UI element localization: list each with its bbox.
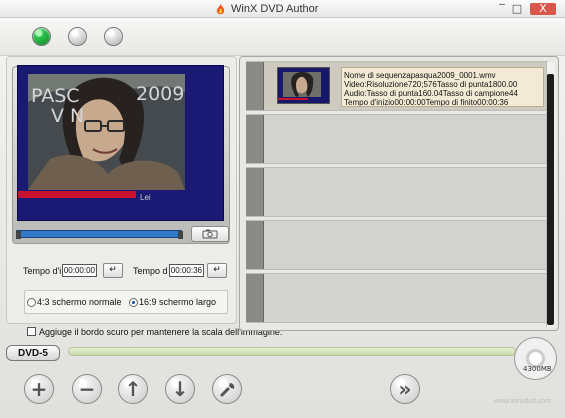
clip-slot bbox=[246, 221, 264, 269]
aspect-wide-label: 16:9 schermo largo bbox=[139, 297, 217, 307]
maximize-button[interactable]: □ bbox=[511, 3, 523, 15]
clip-slot bbox=[246, 62, 264, 110]
clip-slot bbox=[246, 274, 264, 322]
end-time-apply-button[interactable]: ↵ bbox=[207, 263, 227, 278]
clip-row-selected[interactable]: Nome di sequenzapasqua2009_0001.wmv Vide… bbox=[246, 61, 548, 111]
window-title-bar: WinX DVD Author ‾ □ X bbox=[0, 0, 565, 18]
minimize-button[interactable]: ‾ bbox=[496, 3, 508, 15]
start-time-label: Tempo d'i bbox=[23, 266, 62, 276]
aspect-wide-radio[interactable] bbox=[129, 298, 138, 307]
arrow-down-icon: ↓ bbox=[171, 377, 189, 401]
start-time-apply-button[interactable]: ↵ bbox=[103, 263, 123, 278]
empty-clip-row[interactable] bbox=[246, 220, 548, 270]
disc-icon bbox=[514, 337, 557, 380]
clip-slot bbox=[246, 115, 264, 163]
start-time-field[interactable]: 00:00:00 bbox=[62, 264, 97, 277]
status-light-3 bbox=[104, 27, 123, 46]
preview-scene: PASC 2009 V N bbox=[28, 74, 185, 190]
disc-type-badge[interactable]: DVD-5 bbox=[6, 345, 60, 361]
svg-text:V N: V N bbox=[51, 105, 84, 127]
empty-clip-row[interactable] bbox=[246, 273, 548, 323]
double-chevron-right-icon: » bbox=[398, 377, 412, 401]
video-preview: PASC 2009 V N Lei bbox=[17, 65, 224, 221]
clip-video-info: Video:Risoluzione720;576Tasso di punta18… bbox=[344, 80, 518, 89]
app-title: WinX DVD Author bbox=[231, 3, 319, 15]
end-time-label: Tempo d bbox=[133, 266, 168, 276]
remove-video-button[interactable]: − bbox=[72, 374, 102, 404]
arrow-up-icon: ↑ bbox=[124, 377, 142, 401]
snapshot-button[interactable] bbox=[191, 226, 229, 242]
empty-clip-row[interactable] bbox=[246, 114, 548, 164]
flame-logo-icon bbox=[216, 3, 225, 14]
clip-slot bbox=[246, 168, 264, 216]
clip-name: Nome di sequenzapasqua2009_0001.wmv bbox=[344, 71, 496, 80]
border-checkbox[interactable] bbox=[27, 327, 36, 336]
website-watermark: www.winxdvd.com bbox=[493, 398, 551, 405]
clip-time-info: Tempo d'inizio00:00:00Tempo di finito00:… bbox=[344, 98, 509, 107]
aspect-normal-label: 4:3 schermo normale bbox=[37, 297, 122, 307]
close-button[interactable]: X bbox=[530, 3, 556, 15]
clip-list[interactable]: Nome di sequenzapasqua2009_0001.wmv Vide… bbox=[246, 61, 555, 325]
add-video-button[interactable]: + bbox=[24, 374, 54, 404]
svg-text:2009: 2009 bbox=[136, 83, 184, 105]
camera-icon bbox=[202, 229, 218, 239]
next-step-button[interactable]: » bbox=[390, 374, 420, 404]
disc-capacity-label: 4300MB bbox=[523, 365, 552, 373]
preview-caption-text: Lei bbox=[140, 193, 151, 202]
preview-red-caption-bar bbox=[18, 191, 136, 198]
plus-icon: + bbox=[30, 377, 48, 401]
top-toolbar bbox=[0, 18, 565, 56]
wrench-icon bbox=[220, 382, 234, 396]
move-up-button[interactable]: ↑ bbox=[118, 374, 148, 404]
svg-text:PASC: PASC bbox=[31, 85, 80, 107]
settings-button[interactable] bbox=[212, 374, 242, 404]
end-time-field[interactable]: 00:00:36 bbox=[169, 264, 204, 277]
aspect-normal-radio[interactable] bbox=[27, 298, 36, 307]
clip-list-scrollbar-thumb[interactable] bbox=[547, 74, 554, 325]
move-down-button[interactable]: ↓ bbox=[165, 374, 195, 404]
preview-frame-image: PASC 2009 V N bbox=[28, 74, 185, 190]
status-light-2 bbox=[68, 27, 87, 46]
disc-capacity-bar bbox=[68, 347, 516, 356]
clip-audio-info: Audio:Tasso di punta160.04Tasso di campi… bbox=[344, 89, 518, 98]
title-area: WinX DVD Author bbox=[214, 2, 318, 16]
clip-info-box: Nome di sequenzapasqua2009_0001.wmv Vide… bbox=[341, 67, 544, 107]
clip-thumbnail bbox=[277, 67, 330, 104]
seek-end-handle[interactable] bbox=[178, 231, 183, 239]
empty-clip-row[interactable] bbox=[246, 167, 548, 217]
seek-start-handle[interactable] bbox=[16, 231, 21, 239]
seek-slider[interactable] bbox=[16, 230, 182, 238]
minus-icon: − bbox=[78, 377, 96, 401]
status-light-1 bbox=[32, 27, 51, 46]
